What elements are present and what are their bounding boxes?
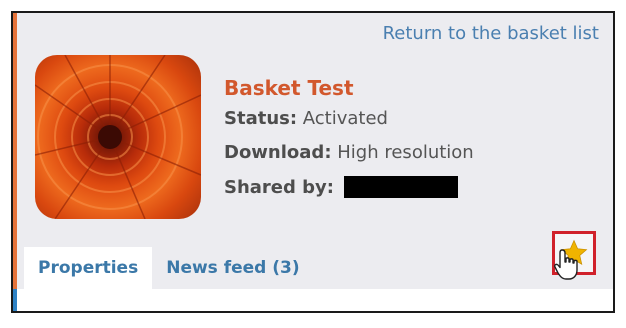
flower-image — [35, 55, 201, 219]
accent-bar — [13, 13, 17, 289]
basket-panel: Return to the basket list Basket Test St… — [11, 11, 615, 313]
basket-header: Return to the basket list Basket Test St… — [13, 13, 613, 289]
basket-title: Basket Test — [224, 76, 354, 100]
tab-bar: Properties News feed (3) — [24, 247, 314, 289]
shared-by-row: Shared by: — [224, 176, 474, 199]
download-row: Download: High resolution — [224, 142, 474, 164]
download-label: Download: — [224, 142, 332, 163]
download-value: High resolution — [337, 142, 474, 163]
shared-by-label: Shared by: — [224, 177, 334, 198]
return-to-basket-list-link[interactable]: Return to the basket list — [383, 23, 599, 44]
basket-info: Basket Test Status: Activated Download: … — [224, 76, 474, 211]
status-value: Activated — [302, 108, 388, 129]
tab-properties[interactable]: Properties — [24, 247, 153, 289]
basket-thumbnail — [35, 55, 201, 219]
tab-news-feed[interactable]: News feed (3) — [152, 247, 313, 289]
redacted-name — [343, 176, 458, 198]
tab-content-indicator — [13, 289, 17, 311]
status-row: Status: Activated — [224, 108, 474, 130]
hand-cursor-icon — [554, 249, 578, 280]
status-label: Status: — [224, 108, 298, 129]
